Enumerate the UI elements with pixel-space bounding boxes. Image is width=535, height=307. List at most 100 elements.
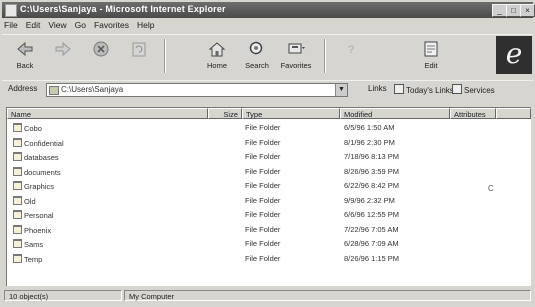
file-modified: 7/18/96 8:13 PM: [344, 152, 400, 161]
file-type: File Folder: [245, 181, 281, 190]
ie-logo-icon: e: [496, 36, 532, 74]
link-page-icon: [452, 84, 462, 94]
table-row[interactable]: databases File Folder 7/18/96 8:13 PM: [7, 151, 531, 162]
browser-window: C:\Users\Sanjaya - Microsoft Internet Ex…: [0, 0, 535, 307]
file-modified: 6/6/96 12:55 PM: [344, 210, 400, 219]
file-modified: 6/5/96 1:50 AM: [344, 123, 395, 132]
file-type: File Folder: [245, 152, 281, 161]
file-type: File Folder: [245, 210, 281, 219]
back-arrow-icon: [17, 41, 33, 57]
file-type: File Folder: [245, 195, 281, 205]
table-row[interactable]: Confidential File Folder 8/1/96 2:30 PM: [7, 137, 531, 148]
folder-icon: [13, 123, 22, 132]
column-header-filler: [496, 108, 531, 119]
services-button[interactable]: Services: [452, 84, 495, 95]
links-button[interactable]: Links: [368, 84, 387, 93]
toolbar-separator: [324, 39, 326, 73]
folder-icon: [13, 224, 22, 234]
folder-icon: [13, 137, 22, 147]
file-modified: 6/22/96 8:42 PM: [344, 181, 400, 190]
status-zone: My Computer: [124, 290, 531, 301]
menu-edit[interactable]: Edit: [26, 20, 41, 33]
address-label: Address: [8, 84, 38, 93]
menu-go[interactable]: Go: [75, 20, 86, 33]
file-type: File Folder: [245, 253, 281, 263]
file-list: Name Size Type Modified Attributes Cobo F…: [6, 107, 531, 286]
column-header-type[interactable]: Type: [242, 108, 340, 119]
file-name: Personal: [13, 210, 54, 220]
address-bar: Address C:\Users\Sanjaya ▼ Links Today's…: [2, 80, 533, 97]
folder-icon: [13, 239, 22, 248]
folder-icon: [13, 166, 22, 176]
address-input[interactable]: C:\Users\Sanjaya ▼: [46, 83, 348, 97]
file-name: Graphics: [13, 181, 54, 191]
refresh-button[interactable]: [122, 37, 156, 75]
link-page-icon: [394, 84, 404, 94]
file-name: Old: [13, 195, 36, 206]
table-row[interactable]: Phoenix File Folder 7/22/96 7:05 AM: [7, 224, 531, 235]
file-modified: 6/28/96 7:09 AM: [344, 239, 399, 248]
file-modified: 8/26/96 3:59 PM: [344, 166, 400, 176]
search-icon: [249, 41, 263, 55]
file-type: File Folder: [245, 239, 281, 248]
file-modified: 8/1/96 2:30 PM: [344, 137, 395, 147]
home-button[interactable]: Home: [200, 37, 234, 75]
table-row[interactable]: Old File Folder 9/9/96 2:32 PM: [7, 195, 531, 206]
favorites-button[interactable]: Favorites: [279, 37, 313, 75]
todays-links-button[interactable]: Today's Links: [394, 84, 454, 95]
folder-icon: [13, 181, 22, 190]
forward-button[interactable]: [46, 37, 80, 75]
table-row[interactable]: Personal File Folder 6/6/96 12:55 PM: [7, 209, 531, 220]
file-name: Confidential: [13, 137, 64, 148]
file-name: Cobo: [13, 123, 42, 133]
column-header-attributes[interactable]: Attributes: [450, 108, 496, 119]
file-modified: 8/26/96 1:15 PM: [344, 253, 400, 263]
menu-help[interactable]: Help: [137, 20, 154, 33]
file-name: Phoenix: [13, 224, 51, 235]
column-header-size[interactable]: Size: [208, 108, 242, 119]
status-object-count: 10 object(s): [4, 290, 122, 301]
column-header-modified[interactable]: Modified: [340, 108, 450, 119]
file-type: File Folder: [245, 224, 281, 234]
minimize-button[interactable]: _: [492, 4, 507, 17]
forward-arrow-icon: [55, 41, 71, 57]
close-button[interactable]: ×: [520, 4, 535, 17]
menu-file[interactable]: File: [4, 20, 18, 33]
search-button[interactable]: Search: [240, 37, 274, 75]
folder-icon: [13, 210, 22, 219]
file-name: databases: [13, 152, 59, 162]
maximize-button[interactable]: □: [506, 4, 521, 17]
file-modified: 7/22/96 7:05 AM: [344, 224, 399, 234]
favorites-icon: [288, 43, 305, 54]
table-row[interactable]: documents File Folder 8/26/96 3:59 PM: [7, 166, 531, 177]
history-icon: ?: [348, 44, 354, 56]
edit-button[interactable]: Edit: [414, 37, 448, 75]
home-icon: [208, 42, 226, 57]
history-button[interactable]: ?: [334, 37, 368, 75]
edit-icon: [424, 41, 438, 57]
title-bar[interactable]: C:\Users\Sanjaya - Microsoft Internet Ex…: [2, 2, 535, 18]
stop-icon: [93, 41, 109, 57]
address-dropdown-button[interactable]: ▼: [335, 84, 347, 96]
file-name: Temp: [13, 253, 42, 264]
table-row[interactable]: Sams File Folder 6/28/96 7:09 AM: [7, 238, 531, 249]
folder-icon: [13, 195, 22, 205]
file-type: File Folder: [245, 137, 281, 147]
folder-icon: [13, 253, 22, 263]
address-value: C:\Users\Sanjaya: [61, 85, 124, 94]
drive-icon: [49, 86, 59, 95]
menu-bar: File Edit View Go Favorites Help: [4, 20, 154, 33]
menu-favorites[interactable]: Favorites: [94, 20, 129, 33]
file-type: File Folder: [245, 166, 281, 176]
table-row[interactable]: Cobo File Folder 6/5/96 1:50 AM: [7, 122, 531, 133]
toolbar: Back Home Search Favorites ? Edit: [2, 34, 533, 79]
back-button[interactable]: Back: [8, 37, 42, 75]
stop-button[interactable]: [84, 37, 118, 75]
table-row[interactable]: Temp File Folder 8/26/96 1:15 PM: [7, 253, 531, 264]
menu-view[interactable]: View: [48, 20, 66, 33]
file-name: documents: [13, 166, 61, 177]
table-row[interactable]: Graphics File Folder 6/22/96 8:42 PM: [7, 180, 531, 191]
refresh-icon: [132, 42, 146, 57]
attribute-value: C: [488, 184, 494, 193]
column-header-name[interactable]: Name: [7, 108, 208, 119]
